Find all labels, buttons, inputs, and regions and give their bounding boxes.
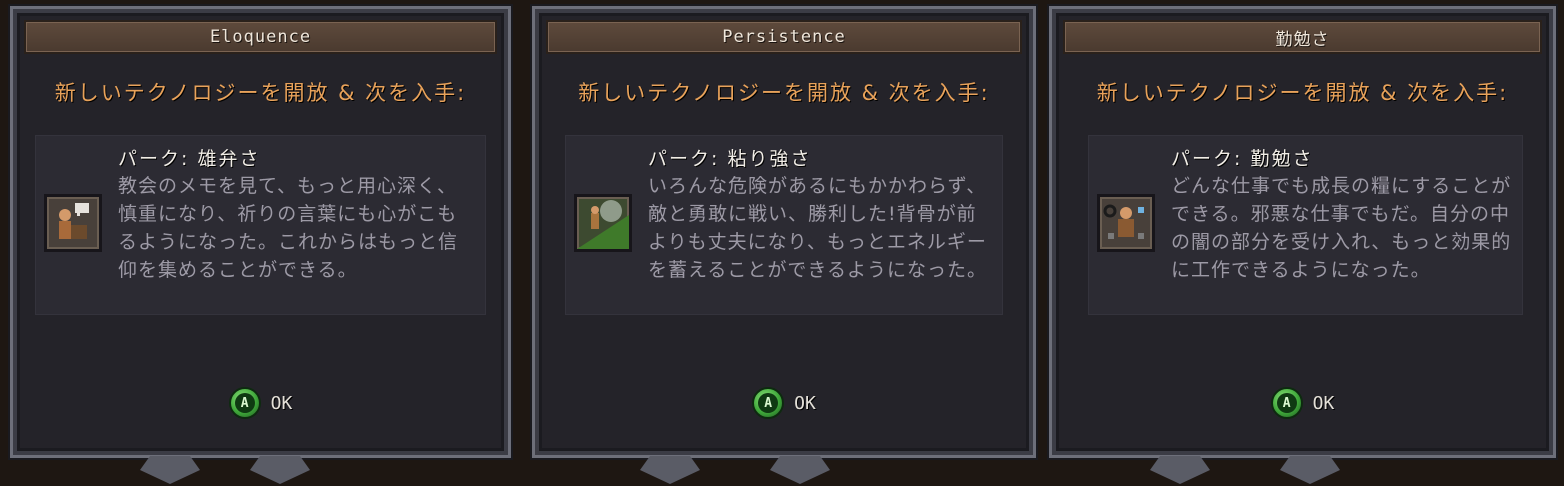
worker-with-tools-icon bbox=[1097, 194, 1155, 252]
perk-description: いろんな危険があるにもかかわらず、敵と勇敢に戦い、勝利した!背骨が前よりも丈夫に… bbox=[648, 175, 988, 281]
perk-dialog-eloquence: Eloquence 新しいテクノロジーを開放 & 次を入手: パーク: 雄弁さ … bbox=[10, 6, 511, 458]
perk-title: パーク: 粘り強さ bbox=[648, 148, 812, 170]
unlock-intro-text: 新しいテクノロジーを開放 & 次を入手: bbox=[1096, 81, 1509, 105]
ok-label[interactable]: OK bbox=[794, 393, 816, 414]
dialog-title: Persistence bbox=[722, 27, 846, 47]
perk-card: パーク: 勤勉さ どんな仕事でも成長の糧にすることができる。邪悪な仕事でもだ。自… bbox=[1088, 135, 1523, 315]
ok-label[interactable]: OK bbox=[271, 393, 293, 414]
perk-dialog-diligence: 勤勉さ 新しいテクノロジーを開放 & 次を入手: パーク: 勤勉さ どんな仕事で… bbox=[1049, 6, 1556, 458]
ok-button[interactable]: A OK bbox=[1052, 387, 1553, 419]
perk-dialog-persistence: Persistence 新しいテクノロジーを開放 & 次を入手: パーク: 粘り… bbox=[532, 6, 1036, 458]
dialog-title-bar: 勤勉さ bbox=[1063, 20, 1542, 54]
dialog-title: 勤勉さ bbox=[1275, 29, 1330, 50]
ok-button[interactable]: A OK bbox=[13, 387, 508, 419]
perk-description: どんな仕事でも成長の糧にすることができる。邪悪な仕事でもだ。自分の中の闇の部分を… bbox=[1171, 175, 1512, 281]
perk-card: パーク: 粘り強さ いろんな危険があるにもかかわらず、敵と勇敢に戦い、勝利した!… bbox=[565, 135, 1003, 315]
ok-button[interactable]: A OK bbox=[535, 387, 1033, 419]
dialog-title: Eloquence bbox=[209, 27, 312, 47]
preacher-with-speech-bubble-icon bbox=[44, 194, 102, 252]
perk-description: 教会のメモを見て、もっと用心深く、慎重になり、祈りの言葉にも心がこもるようになっ… bbox=[118, 175, 459, 281]
perk-card: パーク: 雄弁さ 教会のメモを見て、もっと用心深く、慎重になり、祈りの言葉にも心… bbox=[35, 135, 486, 315]
dialog-title-bar: Eloquence bbox=[24, 20, 497, 54]
frame-ornament-decoration bbox=[140, 456, 1340, 484]
a-button-icon[interactable]: A bbox=[228, 387, 261, 419]
perk-title: パーク: 雄弁さ bbox=[118, 148, 261, 170]
a-button-icon[interactable]: A bbox=[1270, 387, 1303, 419]
unlock-intro-text: 新しいテクノロジーを開放 & 次を入手: bbox=[578, 81, 990, 105]
perk-title: パーク: 勤勉さ bbox=[1171, 148, 1314, 170]
a-button-icon[interactable]: A bbox=[752, 387, 785, 419]
unlock-intro-text: 新しいテクノロジーを開放 & 次を入手: bbox=[54, 81, 467, 105]
pushing-boulder-icon bbox=[574, 194, 632, 252]
ok-label[interactable]: OK bbox=[1313, 393, 1335, 414]
dialog-title-bar: Persistence bbox=[546, 20, 1022, 54]
